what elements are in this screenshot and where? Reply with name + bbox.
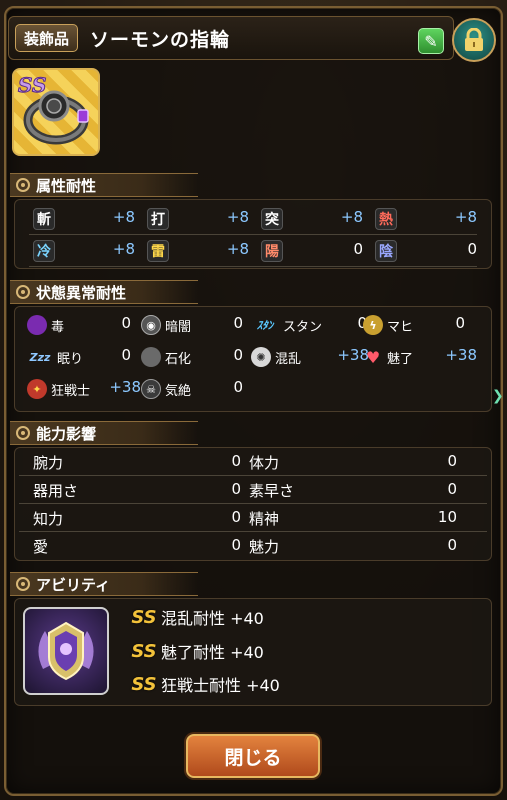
- berserk-icon: ✦: [27, 379, 47, 399]
- stat-dexterity-value: 0: [231, 480, 241, 498]
- category-badge: 装飾品: [15, 24, 79, 52]
- status-faint-value: 0: [233, 378, 243, 396]
- element-thunder-value: +8: [226, 240, 249, 258]
- element-light: 陽: [261, 238, 283, 264]
- paralysis-icon: ϟ: [363, 315, 383, 335]
- status-blind: ◉ 暗闇: [141, 312, 191, 338]
- stat-strength-label: 腕力: [33, 453, 64, 472]
- edit-icon[interactable]: ✎: [418, 28, 444, 54]
- section-marker-icon: [16, 577, 30, 591]
- element-heat-value: +8: [454, 208, 477, 226]
- element-heat: 熱: [375, 206, 397, 232]
- svg-text:SS: SS: [18, 73, 46, 97]
- element-slash: 斬: [33, 206, 55, 232]
- status-paralysis: ϟ マヒ: [363, 312, 413, 338]
- pierce-element-icon: 突: [261, 208, 283, 230]
- status-stun: ｽﾀﾝ スタン: [251, 312, 322, 338]
- element-dark: 陰: [375, 238, 397, 264]
- element-slash-value: +8: [112, 208, 135, 226]
- section-marker-icon: [16, 426, 30, 440]
- stat-intelligence-label: 知力: [33, 509, 64, 528]
- lock-icon[interactable]: [452, 18, 496, 62]
- item-name: ソーモンの指輪: [90, 28, 231, 51]
- ring-item-icon: SS: [12, 68, 100, 156]
- status-charm: ♥ 魅了: [363, 344, 413, 370]
- sleep-icon: Zzz: [29, 350, 51, 364]
- stat-love-label: 愛: [33, 537, 49, 556]
- item-header: 装飾品 ソーモンの指輪: [8, 16, 454, 60]
- stat-intelligence-value: 0: [231, 508, 241, 526]
- stun-icon: ｽﾀﾝ: [256, 319, 274, 332]
- status-sleep-value: 0: [121, 346, 131, 364]
- close-button[interactable]: 閉じる: [186, 734, 320, 778]
- faint-skull-icon: ☠: [141, 379, 161, 399]
- ability-item: SS 狂戦士耐性 +40: [131, 673, 280, 696]
- element-resist-box: 斬 +8 打 +8 突 +8 熱 +8 冷 +8 雷 +8 陽 0 陰 0: [14, 199, 492, 269]
- element-thunder: 雷: [147, 238, 169, 264]
- charm-heart-icon: ♥: [365, 347, 381, 367]
- stat-agility-value: 0: [447, 480, 457, 498]
- element-pierce-value: +8: [340, 208, 363, 226]
- ability-effect-box: 腕力 0 体力 0 器用さ 0 素早さ 0 知力 0 精神 10 愛 0 魅力 …: [14, 447, 492, 561]
- section-marker-icon: [16, 285, 30, 299]
- status-petrify-value: 0: [233, 346, 243, 364]
- stat-charm-value: 0: [447, 536, 457, 554]
- blunt-element-icon: 打: [147, 208, 169, 230]
- ability-emblem-icon[interactable]: [23, 607, 109, 695]
- ss-rank-icon: SS: [131, 640, 157, 662]
- petrify-icon: [141, 347, 161, 367]
- stat-charm-label: 魅力: [249, 537, 280, 556]
- light-element-icon: 陽: [261, 240, 283, 262]
- status-charm-value: +38: [445, 346, 477, 364]
- status-blind-value: 0: [233, 314, 243, 332]
- status-confusion: ✺ 混乱: [251, 344, 301, 370]
- section-marker-icon: [16, 178, 30, 192]
- status-berserk-value: +38: [109, 378, 141, 396]
- confusion-icon: ✺: [251, 347, 271, 367]
- stat-vitality-label: 体力: [249, 453, 280, 472]
- stat-agility-label: 素早さ: [249, 481, 295, 500]
- stat-spirit-value: 10: [437, 508, 457, 526]
- element-dark-value: 0: [467, 240, 477, 258]
- heat-element-icon: 熱: [375, 208, 397, 230]
- stat-strength-value: 0: [231, 452, 241, 470]
- poison-icon: [27, 315, 47, 335]
- status-poison: 毒: [27, 312, 64, 338]
- status-paralysis-value: 0: [455, 314, 465, 332]
- status-resist-box: 毒 0 ◉ 暗闇 0 ｽﾀﾝ スタン 0 ϟ マヒ 0 Zzz 眠り 0 石化 …: [14, 306, 492, 412]
- slash-element-icon: 斬: [33, 208, 55, 230]
- status-poison-value: 0: [121, 314, 131, 332]
- dark-element-icon: 陰: [375, 240, 397, 262]
- status-sleep: Zzz 眠り: [27, 344, 83, 370]
- section-title-ability-effect: 能力影響: [10, 421, 198, 445]
- section-title-ability: アビリティ: [10, 572, 198, 596]
- stat-dexterity-label: 器用さ: [33, 481, 79, 500]
- ability-box: SS 混乱耐性 +40 SS 魅了耐性 +40 SS 狂戦士耐性 +40: [14, 598, 492, 706]
- cold-element-icon: 冷: [33, 240, 55, 262]
- element-light-value: 0: [353, 240, 363, 258]
- element-cold: 冷: [33, 238, 55, 264]
- status-berserk: ✦ 狂戦士: [27, 376, 90, 402]
- status-faint: ☠ 気絶: [141, 376, 191, 402]
- thunder-element-icon: 雷: [147, 240, 169, 262]
- element-blunt: 打: [147, 206, 169, 232]
- ability-item: SS 混乱耐性 +40: [131, 606, 264, 629]
- stat-love-value: 0: [231, 536, 241, 554]
- ability-item: SS 魅了耐性 +40: [131, 640, 264, 663]
- ss-rank-icon: SS: [131, 606, 157, 628]
- ss-rank-icon: SS: [131, 673, 157, 695]
- section-title-status-resist: 状態異常耐性: [10, 280, 198, 304]
- section-title-element-resist: 属性耐性: [10, 173, 198, 197]
- element-blunt-value: +8: [226, 208, 249, 226]
- side-arrow-icon[interactable]: ❯: [492, 388, 506, 408]
- stat-vitality-value: 0: [447, 452, 457, 470]
- stat-spirit-label: 精神: [249, 509, 280, 528]
- element-cold-value: +8: [112, 240, 135, 258]
- element-pierce: 突: [261, 206, 283, 232]
- status-petrify: 石化: [141, 344, 191, 370]
- blind-eye-icon: ◉: [141, 315, 161, 335]
